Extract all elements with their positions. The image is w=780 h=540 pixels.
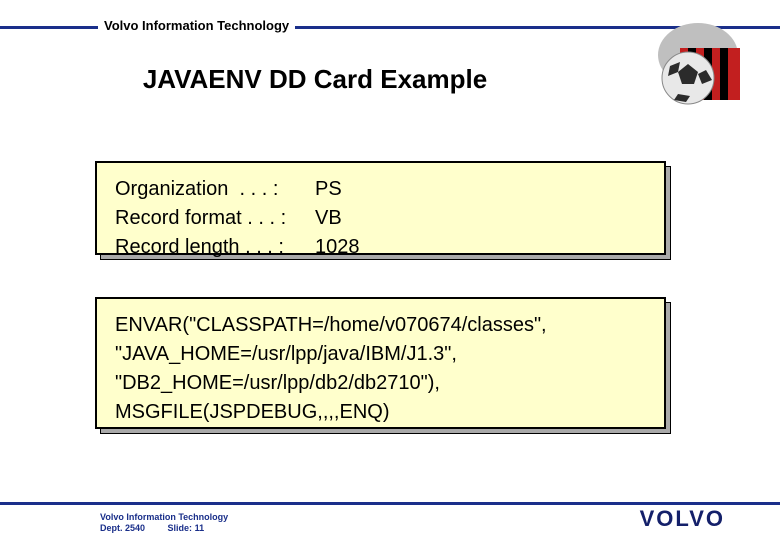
dataset-attributes-box: Organization . . . : PS Record format . …	[95, 161, 666, 255]
footer-info: Volvo Information Technology Dept. 2540 …	[100, 512, 228, 535]
attr-value: PS	[315, 175, 342, 204]
code-line: "JAVA_HOME=/usr/lpp/java/IBM/J1.3",	[115, 340, 646, 369]
code-line: "DB2_HOME=/usr/lpp/db2/db2710"),	[115, 369, 646, 398]
attr-label: Organization . . . :	[115, 175, 315, 204]
code-line: MSGFILE(JSPDEBUG,,,,ENQ)	[115, 398, 646, 427]
envar-code-box: ENVAR("CLASSPATH=/home/v070674/classes",…	[95, 297, 666, 429]
footer-dept: Dept. 2540	[100, 523, 145, 533]
soccer-ball-graphic	[630, 20, 740, 115]
attr-value: VB	[315, 204, 342, 233]
volvo-wordmark: VOLVO	[640, 506, 725, 532]
footer-divider	[0, 502, 780, 505]
slide-title: JAVAENV DD Card Example	[0, 64, 630, 95]
attr-row-organization: Organization . . . : PS	[115, 175, 646, 204]
footer-org: Volvo Information Technology	[100, 512, 228, 523]
footer-meta: Dept. 2540 Slide: 11	[100, 523, 228, 534]
footer-slide-label: Slide:	[168, 523, 193, 533]
code-line: ENVAR("CLASSPATH=/home/v070674/classes",	[115, 311, 646, 340]
attr-label: Record length . . . :	[115, 233, 315, 262]
attr-value: 1028	[315, 233, 360, 262]
attr-label: Record format . . . :	[115, 204, 315, 233]
attr-row-record-format: Record format . . . : VB	[115, 204, 646, 233]
header-org-label: Volvo Information Technology	[98, 18, 295, 33]
footer-slide-number: 11	[195, 523, 205, 533]
attr-row-record-length: Record length . . . : 1028	[115, 233, 646, 262]
